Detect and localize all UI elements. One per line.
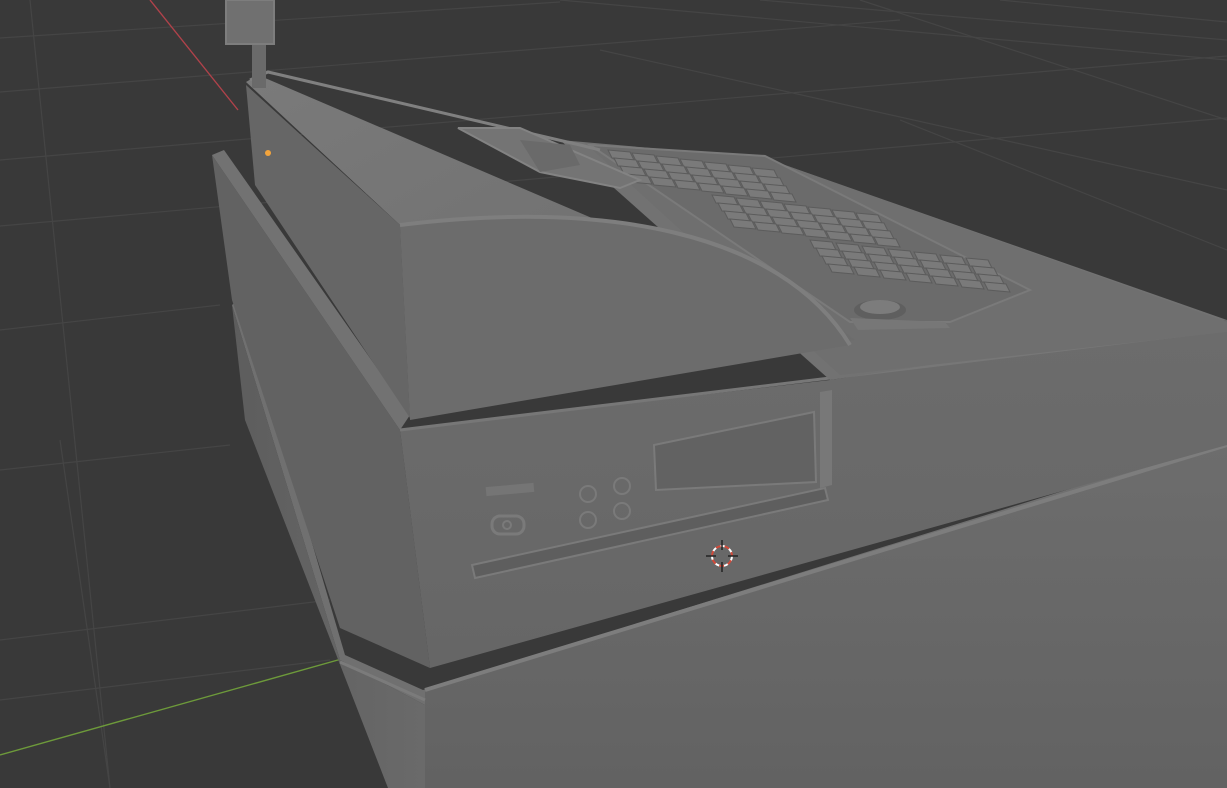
viewport-canvas[interactable]	[0, 0, 1227, 788]
3d-viewport[interactable]	[0, 0, 1227, 788]
display-pole	[225, 0, 275, 88]
x-axis-line	[149, 0, 239, 111]
object-origin-icon	[265, 150, 271, 156]
round-button-icon[interactable]	[854, 300, 906, 320]
y-axis-line	[0, 657, 346, 756]
